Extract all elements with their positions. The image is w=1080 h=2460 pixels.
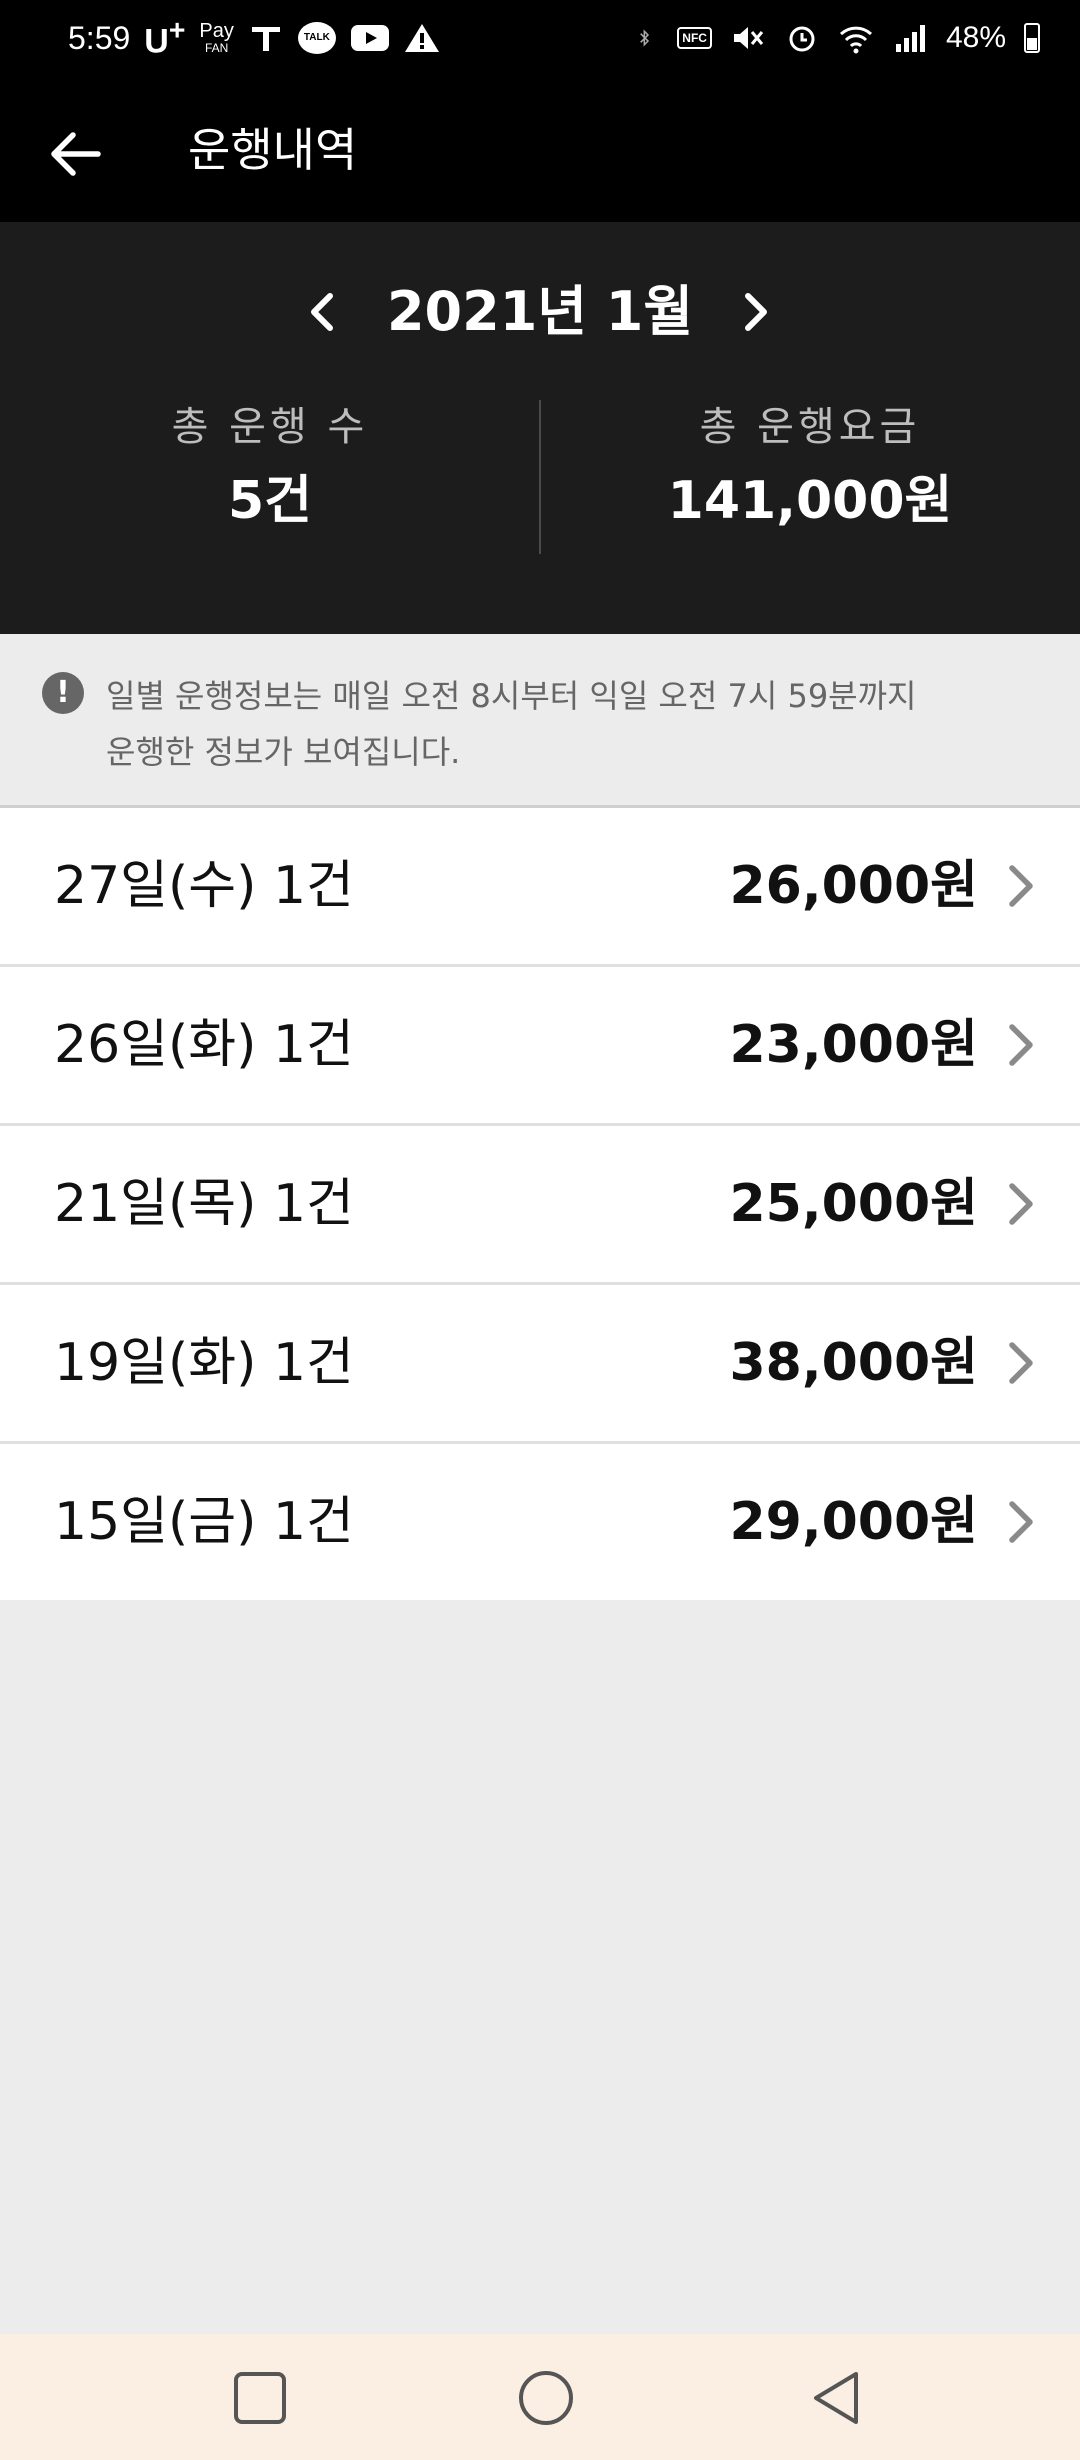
chevron-right-icon: [1009, 1342, 1033, 1384]
battery-icon: [1024, 23, 1040, 53]
signal-icon: [895, 25, 925, 52]
carrier-logo-text: U: [144, 22, 169, 61]
nfc-icon: NFC: [677, 27, 712, 49]
chevron-right-icon: [745, 293, 767, 331]
total-fare-stat: 총 운행요금 141,000원: [540, 400, 1080, 532]
status-bar-right: NFC 48%: [637, 16, 1040, 60]
status-time: 5:59: [68, 19, 131, 56]
upay-icon-top: Pay: [199, 20, 234, 42]
ride-date: 26일(화) 1건: [54, 1015, 354, 1075]
ride-date: 27일(수) 1건: [54, 856, 354, 916]
wifi-icon: [839, 26, 872, 54]
youtube-icon: [350, 25, 389, 51]
battery-percent: 48%: [945, 21, 1006, 54]
chevron-right-icon: [1009, 1024, 1033, 1066]
carrier-logo-plus: +: [168, 14, 186, 47]
ride-fare: 25,000원: [729, 1174, 978, 1234]
ride-fare: 38,000원: [729, 1333, 978, 1393]
ride-fare: 29,000원: [729, 1492, 978, 1552]
nfc-icon-label: NFC: [682, 31, 707, 45]
ride-fare: 26,000원: [729, 856, 978, 916]
back-button[interactable]: [40, 119, 110, 189]
alarm-icon: [789, 26, 815, 52]
ride-day-row[interactable]: 21일(목) 1건 25,000원: [0, 1126, 1080, 1285]
status-bar: 5:59 U+ Pay FAN TALK NFC 48%: [0, 0, 1080, 76]
page-title: 운행내역: [188, 123, 358, 177]
notice-line-2: 운행한 정보가 보여집니다.: [106, 733, 461, 771]
chevron-right-icon: [1009, 865, 1033, 907]
triangle-back-icon: [814, 2372, 858, 2424]
total-fare-label: 총 운행요금: [699, 404, 921, 450]
carrier-logo: U+: [144, 15, 185, 61]
chevron-right-icon: [1009, 1183, 1033, 1225]
kakaotalk-icon-label: TALK: [303, 32, 330, 43]
month-label: 2021년 1월: [386, 280, 694, 343]
ride-day-row[interactable]: 15일(금) 1건 29,000원: [0, 1444, 1080, 1600]
system-nav-bar: [0, 2334, 1080, 2460]
ride-day-row[interactable]: 19일(화) 1건 38,000원: [0, 1285, 1080, 1444]
ride-fare: 23,000원: [729, 1015, 978, 1075]
total-fare-value: 141,000원: [667, 471, 953, 531]
warning-icon: [404, 24, 439, 52]
app-bar: 운행내역: [0, 76, 1080, 222]
ride-date: 15일(금) 1건: [54, 1492, 354, 1552]
ride-date: 19일(화) 1건: [54, 1333, 354, 1393]
recent-apps-button[interactable]: [222, 2360, 298, 2436]
monthly-summary: 2021년 1월 총 운행 수 5건 총 운행요금 141,000원: [0, 222, 1080, 634]
total-rides-value: 5건: [227, 471, 313, 531]
ride-date: 21일(목) 1건: [54, 1174, 354, 1234]
circle-icon: [519, 2371, 573, 2425]
upay-icon: Pay FAN: [199, 21, 233, 55]
kakaotalk-icon: TALK: [297, 22, 336, 54]
system-back-button[interactable]: [798, 2360, 874, 2436]
status-bar-left: 5:59 U+ Pay FAN TALK: [68, 15, 440, 61]
total-rides-stat: 총 운행 수 5건: [0, 400, 540, 532]
square-icon: [234, 2372, 286, 2424]
ride-day-row[interactable]: 26일(화) 1건 23,000원: [0, 967, 1080, 1126]
home-button[interactable]: [508, 2360, 584, 2436]
notice-text: 일별 운행정보는 매일 오전 8시부터 익일 오전 7시 59분까지 운행한 정…: [106, 668, 1006, 780]
notice-line-1: 일별 운행정보는 매일 오전 8시부터 익일 오전 7시 59분까지: [106, 677, 917, 715]
mute-icon: [733, 27, 764, 49]
tmap-icon: [251, 27, 280, 51]
bluetooth-icon: [640, 29, 650, 47]
next-month-button[interactable]: [722, 280, 786, 344]
info-notice: ! 일별 운행정보는 매일 오전 8시부터 익일 오전 7시 59분까지 운행한…: [0, 634, 1080, 808]
ride-day-row[interactable]: 27일(수) 1건 26,000원: [0, 808, 1080, 967]
month-navigator: 2021년 1월: [0, 262, 1080, 362]
total-rides-label: 총 운행 수: [171, 404, 369, 450]
upay-icon-bottom: FAN: [204, 41, 229, 55]
chevron-right-icon: [1009, 1501, 1033, 1543]
arrow-left-icon: [51, 132, 101, 176]
ride-history-list: 27일(수) 1건 26,000원 26일(화) 1건 23,000원 21일(…: [0, 808, 1080, 1600]
info-exclamation-icon: !: [42, 672, 84, 714]
